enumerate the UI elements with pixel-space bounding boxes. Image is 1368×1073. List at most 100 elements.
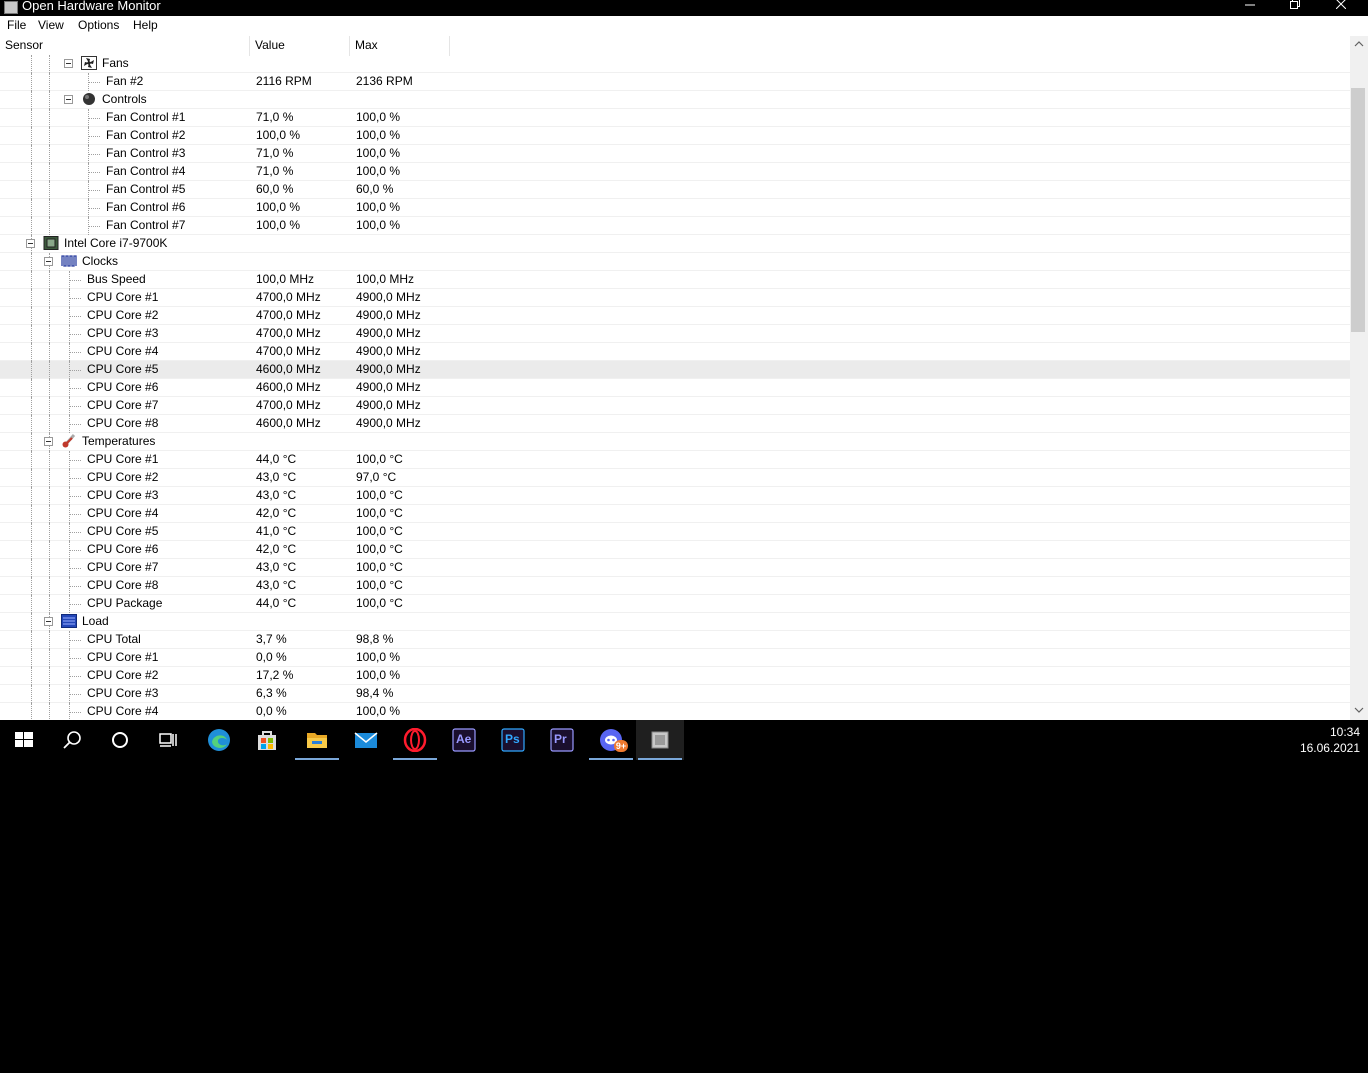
table-row[interactable]: CPU Core #5 41,0 °C 100,0 °C [0, 523, 1350, 541]
table-row[interactable]: Fan Control #2 100,0 % 100,0 % [0, 127, 1350, 145]
scrollbar-thumb[interactable] [1351, 88, 1365, 332]
opera-button[interactable] [391, 720, 439, 760]
tree-group-intel-core-i7-9700k[interactable]: Intel Core i7-9700K [0, 235, 1350, 253]
photoshop-button[interactable]: Ps [489, 720, 537, 760]
tree-group-temperatures[interactable]: Temperatures [0, 433, 1350, 451]
minimize-button[interactable] [1227, 0, 1273, 15]
sensor-name: Fans [102, 56, 129, 70]
sensor-value: 60,0 % [256, 182, 294, 196]
tree-guide [69, 388, 81, 389]
tree-group-fans[interactable]: Fans [0, 55, 1350, 73]
vertical-scrollbar[interactable] [1350, 36, 1368, 720]
discord-button[interactable]: 9+ [587, 720, 635, 760]
table-row[interactable]: Fan #2 2116 RPM 2136 RPM [0, 73, 1350, 91]
menu-options[interactable]: Options [78, 18, 119, 32]
table-row[interactable]: CPU Core #6 4600,0 MHz 4900,0 MHz [0, 379, 1350, 397]
tree-guide [69, 280, 81, 281]
tree-guide [69, 478, 81, 479]
table-row[interactable]: CPU Core #3 43,0 °C 100,0 °C [0, 487, 1350, 505]
table-row[interactable]: CPU Total 3,7 % 98,8 % [0, 631, 1350, 649]
sensor-name: CPU Core #4 [87, 344, 159, 358]
table-row[interactable]: CPU Core #8 43,0 °C 100,0 °C [0, 577, 1350, 595]
restore-button[interactable] [1272, 0, 1318, 15]
sensor-name: CPU Core #7 [87, 560, 159, 574]
tree-guide [49, 559, 50, 577]
tree-guide [69, 559, 70, 577]
tree-guide [31, 217, 32, 235]
sensor-max: 98,8 % [356, 632, 394, 646]
edge-button[interactable] [195, 720, 243, 760]
premiere-button[interactable]: Pr [538, 720, 586, 760]
table-row[interactable]: Fan Control #4 71,0 % 100,0 % [0, 163, 1350, 181]
table-row[interactable]: CPU Core #1 0,0 % 100,0 % [0, 649, 1350, 667]
collapse-toggle[interactable] [64, 95, 73, 104]
clock[interactable]: 10:34 16.06.2021 [1300, 724, 1360, 756]
table-row[interactable]: CPU Core #4 0,0 % 100,0 % [0, 703, 1350, 720]
search-button[interactable] [48, 720, 96, 760]
tree-guide [49, 469, 50, 487]
table-row[interactable]: CPU Core #1 44,0 °C 100,0 °C [0, 451, 1350, 469]
menu-view[interactable]: View [38, 18, 64, 32]
table-row[interactable]: Fan Control #1 71,0 % 100,0 % [0, 109, 1350, 127]
sensor-max: 4900,0 MHz [356, 362, 421, 376]
table-row[interactable]: CPU Core #2 4700,0 MHz 4900,0 MHz [0, 307, 1350, 325]
taskbar: Ae Ps Pr 9+ 10:34 16.06.2021 [0, 720, 1368, 760]
mail-button[interactable] [342, 720, 390, 760]
close-icon [1336, 0, 1346, 9]
table-row[interactable]: CPU Core #3 4700,0 MHz 4900,0 MHz [0, 325, 1350, 343]
sensor-tree[interactable]: Sensor Value Max Fans Fan #2 2116 RPM 2136 … [0, 36, 1350, 720]
scroll-up-icon[interactable] [1354, 40, 1364, 50]
after-effects-button[interactable]: Ae [440, 720, 488, 760]
tree-guide [49, 217, 50, 235]
table-row[interactable]: CPU Package 44,0 °C 100,0 °C [0, 595, 1350, 613]
table-row[interactable]: CPU Core #2 17,2 % 100,0 % [0, 667, 1350, 685]
task-view-button[interactable] [144, 720, 192, 760]
table-row[interactable]: CPU Core #4 42,0 °C 100,0 °C [0, 505, 1350, 523]
close-button[interactable] [1318, 0, 1364, 15]
collapse-toggle[interactable] [44, 257, 53, 266]
table-row[interactable]: CPU Core #6 42,0 °C 100,0 °C [0, 541, 1350, 559]
menu-help[interactable]: Help [133, 18, 158, 32]
collapse-toggle[interactable] [44, 617, 53, 626]
column-max[interactable]: Max [350, 36, 450, 56]
sensor-name: CPU Core #2 [87, 470, 159, 484]
tree-guide [31, 397, 32, 415]
open-hardware-monitor-button[interactable] [636, 720, 684, 760]
table-row[interactable]: Fan Control #3 71,0 % 100,0 % [0, 145, 1350, 163]
table-row[interactable]: CPU Core #2 43,0 °C 97,0 °C [0, 469, 1350, 487]
tree-group-controls[interactable]: Controls [0, 91, 1350, 109]
collapse-toggle[interactable] [26, 239, 35, 248]
start-button[interactable] [0, 720, 48, 760]
column-sensor[interactable]: Sensor [0, 36, 250, 56]
tree-guide [31, 541, 32, 559]
tree-guide [88, 73, 89, 91]
table-row[interactable]: Fan Control #7 100,0 % 100,0 % [0, 217, 1350, 235]
scroll-down-icon[interactable] [1354, 706, 1364, 716]
table-row[interactable]: Bus Speed 100,0 MHz 100,0 MHz [0, 271, 1350, 289]
tree-guide [69, 307, 70, 325]
sensor-name: CPU Core #6 [87, 542, 159, 556]
table-row[interactable]: CPU Core #7 4700,0 MHz 4900,0 MHz [0, 397, 1350, 415]
table-row[interactable]: CPU Core #7 43,0 °C 100,0 °C [0, 559, 1350, 577]
store-button[interactable] [243, 720, 291, 760]
column-value[interactable]: Value [250, 36, 350, 56]
table-row[interactable]: CPU Core #4 4700,0 MHz 4900,0 MHz [0, 343, 1350, 361]
tree-group-load[interactable]: Load [0, 613, 1350, 631]
tree-guide [88, 109, 89, 127]
collapse-toggle[interactable] [64, 59, 73, 68]
cortana-button[interactable] [96, 720, 144, 760]
table-row[interactable]: CPU Core #5 4600,0 MHz 4900,0 MHz [0, 361, 1350, 379]
menu-file[interactable]: File [7, 18, 26, 32]
table-row[interactable]: CPU Core #3 6,3 % 98,4 % [0, 685, 1350, 703]
app-label: Ae [456, 732, 472, 746]
table-row[interactable]: Fan Control #6 100,0 % 100,0 % [0, 199, 1350, 217]
table-row[interactable]: CPU Core #8 4600,0 MHz 4900,0 MHz [0, 415, 1350, 433]
tree-group-clocks[interactable]: Clocks [0, 253, 1350, 271]
file-explorer-button[interactable] [293, 720, 341, 760]
tree-guide [69, 649, 70, 667]
photoshop-icon: Ps [501, 728, 525, 752]
tree-guide [69, 487, 70, 505]
table-row[interactable]: CPU Core #1 4700,0 MHz 4900,0 MHz [0, 289, 1350, 307]
table-row[interactable]: Fan Control #5 60,0 % 60,0 % [0, 181, 1350, 199]
collapse-toggle[interactable] [44, 437, 53, 446]
